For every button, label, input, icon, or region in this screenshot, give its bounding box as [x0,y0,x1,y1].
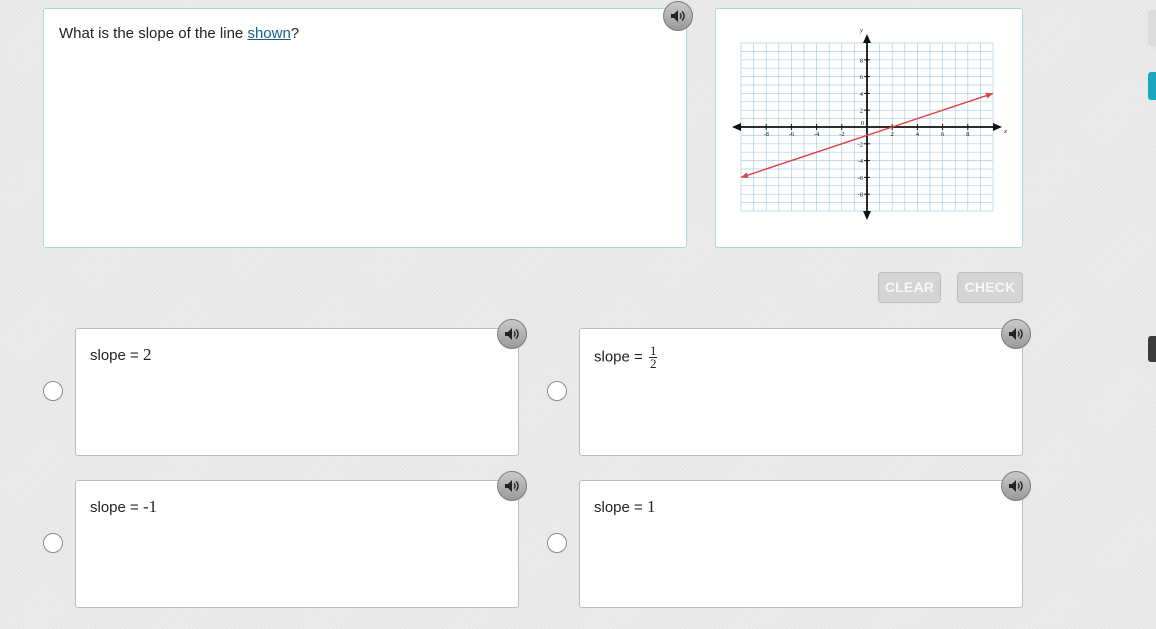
choice-b-text: slope = [594,348,647,366]
choice-a-text: slope = [90,347,143,364]
y-tick-label: 8 [860,57,863,64]
side-tab-dark[interactable] [1148,336,1156,362]
y-axis-down-arrow [863,211,871,220]
choice-d-audio-button[interactable] [1001,471,1031,501]
coordinate-graph: -8 -6 -4 -2 2 4 6 8 8 6 4 2 -2 -4 -6 -8 0 x y [732,27,1007,220]
answer-choice-c[interactable]: slope = -1 [75,480,519,608]
choice-b-audio-button[interactable] [1001,319,1031,349]
y-tick-label: -8 [858,192,863,199]
x-axis-label: x [1003,128,1007,135]
question-text-end: ? [290,25,300,42]
x-tick-label: 2 [891,131,894,138]
answer-choice-d[interactable]: slope = 1 [579,480,1023,608]
choice-c-text: slope = [90,499,143,516]
speaker-icon [1009,328,1023,340]
question-text-start: What is the slope of the line [59,25,248,42]
x-tick-label: 4 [916,131,920,138]
choice-b-fraction: 12 [648,344,658,371]
y-axis-up-arrow [863,34,871,43]
answer-choice-b[interactable]: slope = 12 [579,328,1023,456]
choice-a-audio-button[interactable] [497,319,527,349]
speaker-icon [505,480,519,492]
choice-d-value: 1 [646,497,656,516]
x-tick-label: -4 [814,131,820,138]
clear-button[interactable]: CLEAR [878,272,941,303]
side-tab-accent[interactable] [1148,72,1156,100]
question-audio-button[interactable] [663,1,693,31]
radio-choice-a[interactable] [43,381,63,401]
choice-a-label: slope = 2 [90,345,151,365]
choice-d-label: slope = 1 [594,497,655,517]
choice-c-value: -1 [142,497,158,516]
plotted-line-arrow-end [985,92,993,99]
plotted-line-arrow-start [741,172,749,179]
y-tick-label: 4 [860,91,864,98]
check-button[interactable]: CHECK [957,272,1023,303]
x-tick-label: 6 [941,131,945,138]
graph-panel: -8 -6 -4 -2 2 4 6 8 8 6 4 2 -2 -4 -6 -8 0 x y [715,8,1023,248]
radio-choice-b[interactable] [547,381,567,401]
side-tab[interactable] [1148,10,1156,46]
y-tick-label: 6 [860,74,864,81]
radio-choice-d[interactable] [547,533,567,553]
choice-b-denominator: 2 [649,356,657,371]
y-tick-label: -4 [858,158,864,165]
y-tick-label: -2 [858,141,863,148]
x-tick-label: -6 [789,131,795,138]
choice-c-label: slope = -1 [90,497,157,517]
origin-label: 0 [861,120,864,127]
x-tick-label: -8 [763,131,768,138]
x-axis-left-arrow [732,123,741,131]
question-text: What is the slope of the line shown? [59,25,299,42]
choice-d-text: slope = [594,499,647,516]
choice-b-label: slope = 12 [594,344,658,371]
answer-choice-a[interactable]: slope = 2 [75,328,519,456]
glossary-link-shown[interactable]: shown [247,25,290,42]
speaker-icon [505,328,519,340]
y-tick-label: -6 [858,175,864,182]
radio-choice-c[interactable] [43,533,63,553]
x-tick-label: 8 [966,131,969,138]
speaker-icon [1009,480,1023,492]
choice-a-value: 2 [142,345,152,364]
question-panel: What is the slope of the line shown? [43,8,687,248]
y-tick-label: 2 [860,108,863,115]
x-axis-right-arrow [993,123,1002,131]
choice-c-audio-button[interactable] [497,471,527,501]
x-tick-label: -2 [839,131,844,138]
y-axis-label: y [859,27,863,34]
speaker-icon [671,10,685,22]
